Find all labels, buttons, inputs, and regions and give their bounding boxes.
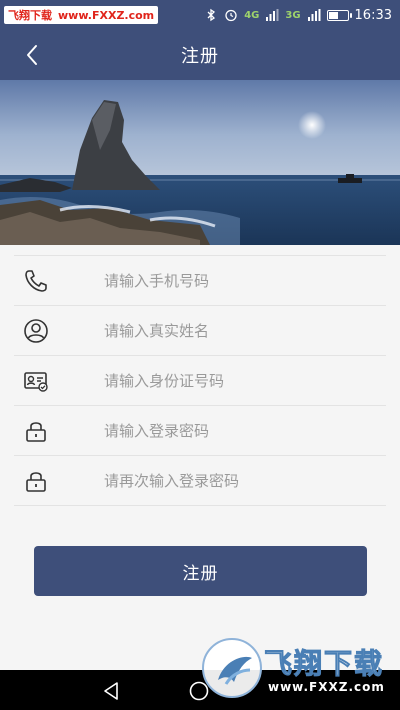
name-row [14,306,386,356]
confirm-password-input[interactable] [104,460,386,501]
battery-icon [326,9,352,21]
signal-icon-secondary [307,8,321,22]
back-button[interactable] [20,42,44,68]
network-type: 4G [244,9,260,21]
phone-icon [14,256,58,306]
nav-back-icon[interactable] [100,680,122,702]
register-button[interactable]: 注册 [34,546,367,596]
signal-icon [265,8,279,22]
id-number-input[interactable] [104,360,386,401]
bluetooth-icon [204,8,218,22]
page-title: 注册 [181,46,219,67]
lock-icon [14,406,58,456]
watermark-url: www.FXXZ.com [58,8,155,22]
clock: 16:33 [354,7,392,23]
user-icon [14,306,58,356]
phone-row [14,256,386,306]
app-header: 注册 [0,30,400,80]
register-form [14,255,386,506]
lock-icon [14,456,58,506]
system-nav-bar [0,670,400,710]
alarm-icon [224,8,238,22]
banner-image [0,80,400,245]
id-card-icon [14,356,58,406]
watermark-name: 飞翔下载 [8,9,52,22]
battery-level [328,11,338,19]
network-type-secondary: 3G [285,9,301,21]
password-row [14,406,386,456]
watermark-badge: 飞翔下载 www.FXXZ.com [4,6,159,24]
password-input[interactable] [104,410,386,451]
confirm-password-row [14,456,386,506]
nav-home-icon[interactable] [188,680,210,702]
status-indicators: 4G 3G 16:33 [204,8,392,23]
name-input[interactable] [104,310,386,351]
status-bar: 飞翔下载 www.FXXZ.com 4G 3G 16:33 [0,0,400,30]
id-card-row [14,356,386,406]
phone-input[interactable] [104,260,386,301]
chevron-left-icon [27,45,37,65]
